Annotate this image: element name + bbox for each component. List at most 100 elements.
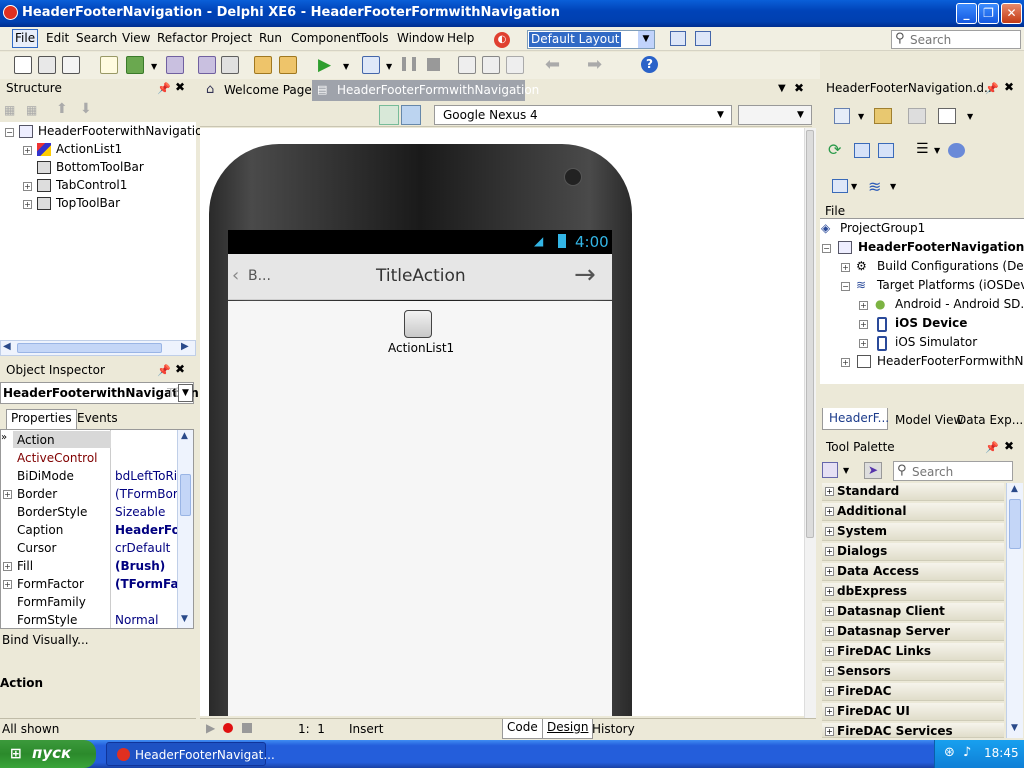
palette-category[interactable]: + FireDAC Services xyxy=(822,723,1004,738)
set-debug-desktop-icon[interactable] xyxy=(695,31,711,46)
menu-file[interactable]: File xyxy=(12,29,39,48)
remove-icon[interactable] xyxy=(908,108,926,124)
activate-icon[interactable] xyxy=(834,108,850,124)
ide-search-box[interactable]: ⚲ xyxy=(891,30,1021,49)
chevron-left-icon[interactable]: ◀ xyxy=(3,341,11,352)
expand-icon[interactable]: + xyxy=(841,358,850,367)
collapse-icon[interactable]: − xyxy=(841,282,850,291)
chevron-down-icon[interactable]: ▼ xyxy=(638,31,654,48)
view-icon[interactable] xyxy=(938,108,956,124)
collapse-icon[interactable]: − xyxy=(5,128,14,137)
back-arrow-icon[interactable]: ⬅ xyxy=(545,54,560,75)
property-value[interactable]: (TFormFact xyxy=(115,577,177,591)
pin-icon[interactable]: 📌 xyxy=(157,364,171,377)
expand-icon[interactable]: + xyxy=(859,339,868,348)
chevron-down-icon[interactable]: ▼ xyxy=(1011,723,1018,733)
chevron-down-icon[interactable]: ▼ xyxy=(343,62,349,71)
chevron-down-icon[interactable]: ▼ xyxy=(178,384,193,402)
minimize-button[interactable]: _ xyxy=(956,3,977,24)
property-name[interactable]: FormStyle xyxy=(17,613,77,627)
object-selector[interactable]: HeaderFooterwithNavigation Tf ▼ xyxy=(0,382,199,404)
taskbar-task-delphi[interactable]: HeaderFooterNavigat... xyxy=(106,742,275,766)
structure-hscrollbar[interactable]: ◀ ▶ xyxy=(0,340,196,356)
save-desktop-icon[interactable] xyxy=(670,31,686,46)
structure-tool-icon[interactable]: ▦ xyxy=(4,103,15,117)
structure-node[interactable]: ActionList1 xyxy=(56,142,122,156)
save-all-icon[interactable] xyxy=(198,56,216,74)
menu-run[interactable]: Run xyxy=(259,31,282,45)
palette-category[interactable]: + Sensors xyxy=(822,663,1004,681)
menu-view[interactable]: View xyxy=(122,31,150,45)
menu-component[interactable]: Component xyxy=(291,31,361,45)
property-value[interactable]: (TFormBord xyxy=(115,487,177,501)
close-icon[interactable]: ✖ xyxy=(175,362,185,376)
chevron-down-icon[interactable]: ▼ xyxy=(851,182,857,191)
open-project-icon[interactable] xyxy=(221,56,239,74)
structure-node[interactable]: BottomToolBar xyxy=(56,160,144,174)
play-macro-icon[interactable]: ▶ xyxy=(206,721,215,735)
expand-all-icon[interactable] xyxy=(854,143,870,158)
project-node[interactable]: HeaderFooterNavigation xyxy=(858,240,1024,254)
chevron-down-icon[interactable]: ▼ xyxy=(843,466,849,475)
chevron-down-icon[interactable]: ▼ xyxy=(858,112,864,121)
structure-root[interactable]: HeaderFooterwithNavigation xyxy=(38,124,210,138)
menu-project[interactable]: Project xyxy=(211,31,252,45)
tab-data-explorer[interactable]: Data Exp... xyxy=(957,413,1023,427)
add-to-project-icon[interactable] xyxy=(254,56,272,74)
add-folder-icon[interactable] xyxy=(874,108,892,124)
landscape-icon[interactable] xyxy=(379,105,399,125)
expand-icon[interactable]: + xyxy=(859,301,868,310)
chevron-right-icon[interactable]: ▶ xyxy=(181,341,189,352)
pin-icon[interactable]: 📌 xyxy=(985,82,999,95)
scroll-thumb[interactable] xyxy=(806,130,814,538)
new-form-icon[interactable] xyxy=(62,56,80,74)
pin-icon[interactable]: 📌 xyxy=(157,82,171,95)
expand-icon[interactable]: + xyxy=(3,490,12,499)
ios-device-node[interactable]: iOS Device xyxy=(895,316,967,330)
structure-tool-icon[interactable]: ▦ xyxy=(26,103,37,117)
tab-history[interactable]: History xyxy=(592,722,635,736)
pointer-icon[interactable]: ➤ xyxy=(864,462,882,479)
chevron-down-icon[interactable]: ▼ xyxy=(890,182,896,191)
users-icon[interactable] xyxy=(948,143,965,158)
forward-arrow-icon[interactable]: → xyxy=(574,260,596,290)
step-over-icon[interactable] xyxy=(482,56,500,74)
build-all-icon[interactable]: ≋ xyxy=(868,177,881,196)
arrow-up-icon[interactable]: ⬆ xyxy=(56,101,68,117)
list-icon[interactable]: ☰ xyxy=(916,141,929,157)
chevron-down-icon[interactable]: ▼ xyxy=(717,110,724,120)
palette-category[interactable]: + Additional xyxy=(822,503,1004,521)
stop-macro-icon[interactable] xyxy=(242,723,252,733)
palette-category[interactable]: + Datasnap Client xyxy=(822,603,1004,621)
property-name[interactable]: BorderStyle xyxy=(17,505,87,519)
property-value[interactable]: Normal xyxy=(115,613,177,627)
save-icon[interactable] xyxy=(166,56,184,74)
start-button[interactable]: ⊞ пуск xyxy=(0,740,96,768)
chevron-down-icon[interactable]: ▼ xyxy=(797,110,804,120)
pause-icon[interactable] xyxy=(402,57,416,71)
close-button[interactable]: ✕ xyxy=(1001,3,1022,24)
inspector-vscrollbar[interactable]: ▲ ▼ xyxy=(177,430,193,628)
form-unit-node[interactable]: HeaderFooterFormwithN... xyxy=(877,354,1024,368)
palette-category[interactable]: + Standard xyxy=(822,483,1004,501)
help-icon[interactable]: ? xyxy=(641,56,658,73)
property-value[interactable]: Sizeable xyxy=(115,505,177,519)
chevron-down-icon[interactable]: ▼ xyxy=(934,146,940,155)
property-name[interactable]: Cursor xyxy=(17,541,56,555)
maximize-button[interactable]: ❐ xyxy=(978,3,999,24)
property-value[interactable]: bdLeftToRig xyxy=(115,469,177,483)
new-items-icon[interactable] xyxy=(38,56,56,74)
structure-node[interactable]: TopToolBar xyxy=(56,196,120,210)
stop-icon[interactable] xyxy=(427,58,440,71)
forward-arrow-icon[interactable]: ➡ xyxy=(587,54,602,75)
property-name[interactable]: Fill xyxy=(17,559,33,573)
style-combo[interactable]: ▼ xyxy=(738,105,812,125)
portrait-icon[interactable] xyxy=(401,105,421,125)
device-combo[interactable]: Google Nexus 4 ▼ xyxy=(434,105,732,125)
property-value[interactable]: HeaderFoot xyxy=(115,523,177,537)
property-name[interactable]: Caption xyxy=(17,523,63,537)
expand-icon[interactable]: + xyxy=(23,146,32,155)
chevron-down-icon[interactable]: ▼ xyxy=(778,83,786,94)
property-name[interactable]: FormFactor xyxy=(17,577,84,591)
property-name[interactable]: FormFamily xyxy=(17,595,86,609)
